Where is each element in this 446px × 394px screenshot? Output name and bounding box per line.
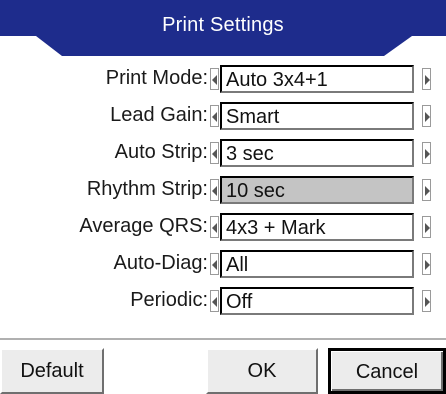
- setting-value: 10 sec: [226, 180, 285, 202]
- setting-label: Lead Gain:: [110, 104, 208, 126]
- default-button-label: Default: [20, 360, 84, 382]
- setting-value-box[interactable]: Smart: [220, 102, 414, 130]
- ok-button[interactable]: OK: [206, 348, 318, 394]
- settings-list: Print Mode: Auto 3x4+1 Lead Gain: Smart: [0, 60, 446, 319]
- setting-value-box[interactable]: 4x3 + Mark: [220, 213, 414, 241]
- setting-value-box[interactable]: 10 sec: [220, 176, 414, 204]
- arrow-right-icon[interactable]: [422, 105, 431, 127]
- setting-label: Average QRS:: [79, 215, 208, 237]
- arrow-right-icon[interactable]: [422, 68, 431, 90]
- arrow-right-icon[interactable]: [422, 290, 431, 312]
- setting-row-auto-diag: Auto-Diag: All: [0, 245, 446, 282]
- ok-button-label: OK: [247, 360, 277, 382]
- setting-value: Auto 3x4+1: [226, 69, 328, 91]
- setting-value-box[interactable]: Off: [220, 287, 414, 315]
- setting-row-lead-gain: Lead Gain: Smart: [0, 97, 446, 134]
- setting-value: 3 sec: [226, 143, 274, 165]
- divider-highlight: [0, 340, 446, 341]
- cancel-button[interactable]: Cancel: [328, 348, 446, 394]
- setting-row-print-mode: Print Mode: Auto 3x4+1: [0, 60, 446, 97]
- setting-row-rhythm-strip: Rhythm Strip: 10 sec: [0, 171, 446, 208]
- arrow-left-icon[interactable]: [210, 253, 219, 275]
- setting-value-box[interactable]: Auto 3x4+1: [220, 65, 414, 93]
- print-settings-dialog: Print Settings Print Mode: Auto 3x4+1 Le…: [0, 0, 446, 394]
- setting-label: Auto Strip:: [114, 141, 208, 163]
- setting-row-periodic: Periodic: Off: [0, 282, 446, 319]
- setting-value: All: [226, 254, 249, 276]
- arrow-left-icon[interactable]: [210, 179, 219, 201]
- setting-row-auto-strip: Auto Strip: 3 sec: [0, 134, 446, 171]
- dialog-title: Print Settings: [162, 14, 284, 36]
- arrow-left-icon[interactable]: [210, 290, 219, 312]
- setting-value-box[interactable]: All: [220, 250, 414, 278]
- arrow-right-icon[interactable]: [422, 179, 431, 201]
- setting-label: Print Mode:: [105, 67, 208, 89]
- arrow-left-icon[interactable]: [210, 68, 219, 90]
- arrow-right-icon[interactable]: [422, 142, 431, 164]
- arrow-right-icon[interactable]: [422, 253, 431, 275]
- setting-value: Smart: [226, 106, 280, 128]
- arrow-left-icon[interactable]: [210, 142, 219, 164]
- arrow-right-icon[interactable]: [422, 216, 431, 238]
- setting-label: Rhythm Strip:: [86, 178, 208, 200]
- cancel-button-label: Cancel: [355, 361, 419, 383]
- setting-value: 4x3 + Mark: [226, 217, 326, 239]
- setting-label: Periodic:: [130, 289, 208, 311]
- setting-label: Auto-Diag:: [113, 252, 209, 274]
- setting-value-box[interactable]: 3 sec: [220, 139, 414, 167]
- default-button[interactable]: Default: [0, 348, 104, 394]
- arrow-left-icon[interactable]: [210, 216, 219, 238]
- setting-value: Off: [226, 291, 253, 313]
- title-bar: Print Settings: [0, 0, 446, 60]
- setting-row-average-qrs: Average QRS: 4x3 + Mark: [0, 208, 446, 245]
- arrow-left-icon[interactable]: [210, 105, 219, 127]
